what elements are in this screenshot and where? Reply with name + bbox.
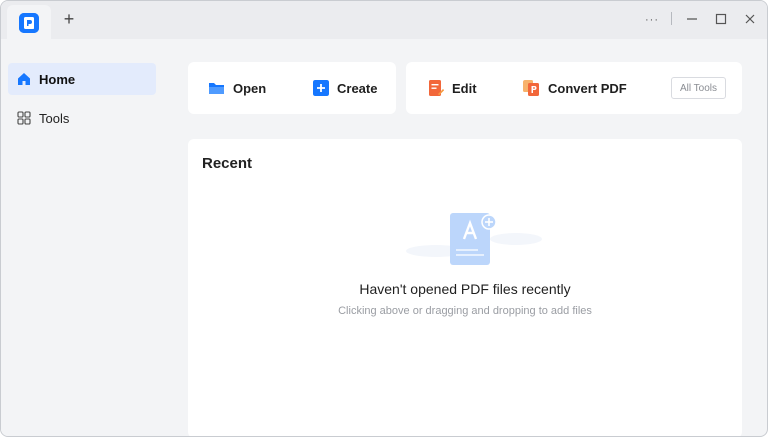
more-dots-icon: ··· <box>645 14 659 26</box>
home-tab[interactable] <box>7 5 51 39</box>
title-bar: + ··· <box>1 1 767 39</box>
open-button[interactable]: Open <box>208 62 266 114</box>
new-tab-button[interactable]: + <box>61 10 77 28</box>
tool-actions-card: Edit Convert PDF All Tools <box>406 62 742 114</box>
minimize-button[interactable] <box>682 10 702 28</box>
maximize-icon <box>715 13 727 25</box>
close-button[interactable] <box>740 10 760 28</box>
sidebar-item-label: Tools <box>39 110 70 126</box>
empty-pdf-illustration-icon <box>406 213 542 265</box>
convert-pdf-icon <box>523 80 539 96</box>
empty-state-title: Haven't opened PDF files recently <box>359 281 571 297</box>
convert-pdf-button[interactable]: Convert PDF <box>523 62 627 114</box>
home-icon <box>18 73 30 85</box>
sidebar-item-label: Home <box>39 71 76 87</box>
sidebar-item-home[interactable]: Home <box>8 63 156 95</box>
create-label: Create <box>337 80 378 96</box>
maximize-button[interactable] <box>711 10 731 28</box>
sidebar-item-tools[interactable]: Tools <box>8 102 156 134</box>
create-button[interactable]: Create <box>313 62 377 114</box>
plus-square-icon <box>313 80 329 96</box>
edit-label: Edit <box>452 80 477 96</box>
more-options-button[interactable]: ··· <box>642 10 662 28</box>
close-icon <box>745 14 755 24</box>
all-tools-button[interactable]: All Tools <box>671 77 726 99</box>
edit-button[interactable]: Edit <box>428 62 477 114</box>
app-window: + ··· Home Tools Open Create Edit Conver… <box>0 0 768 437</box>
grid-icon <box>17 111 31 125</box>
pdf-app-logo-icon <box>19 13 39 33</box>
recent-title: Recent <box>202 155 253 172</box>
open-label: Open <box>233 80 267 96</box>
empty-state-subtitle: Clicking above or dragging and dropping … <box>338 305 592 317</box>
edit-document-icon <box>429 80 444 96</box>
folder-icon <box>209 83 224 94</box>
sidebar: Home Tools <box>1 39 163 436</box>
title-separator <box>671 12 672 25</box>
recent-panel: Recent Haven't opened PDF files recently… <box>188 139 742 436</box>
file-actions-card: Open Create <box>188 62 396 114</box>
convert-pdf-label: Convert PDF <box>548 80 627 96</box>
minimize-icon <box>687 18 697 20</box>
